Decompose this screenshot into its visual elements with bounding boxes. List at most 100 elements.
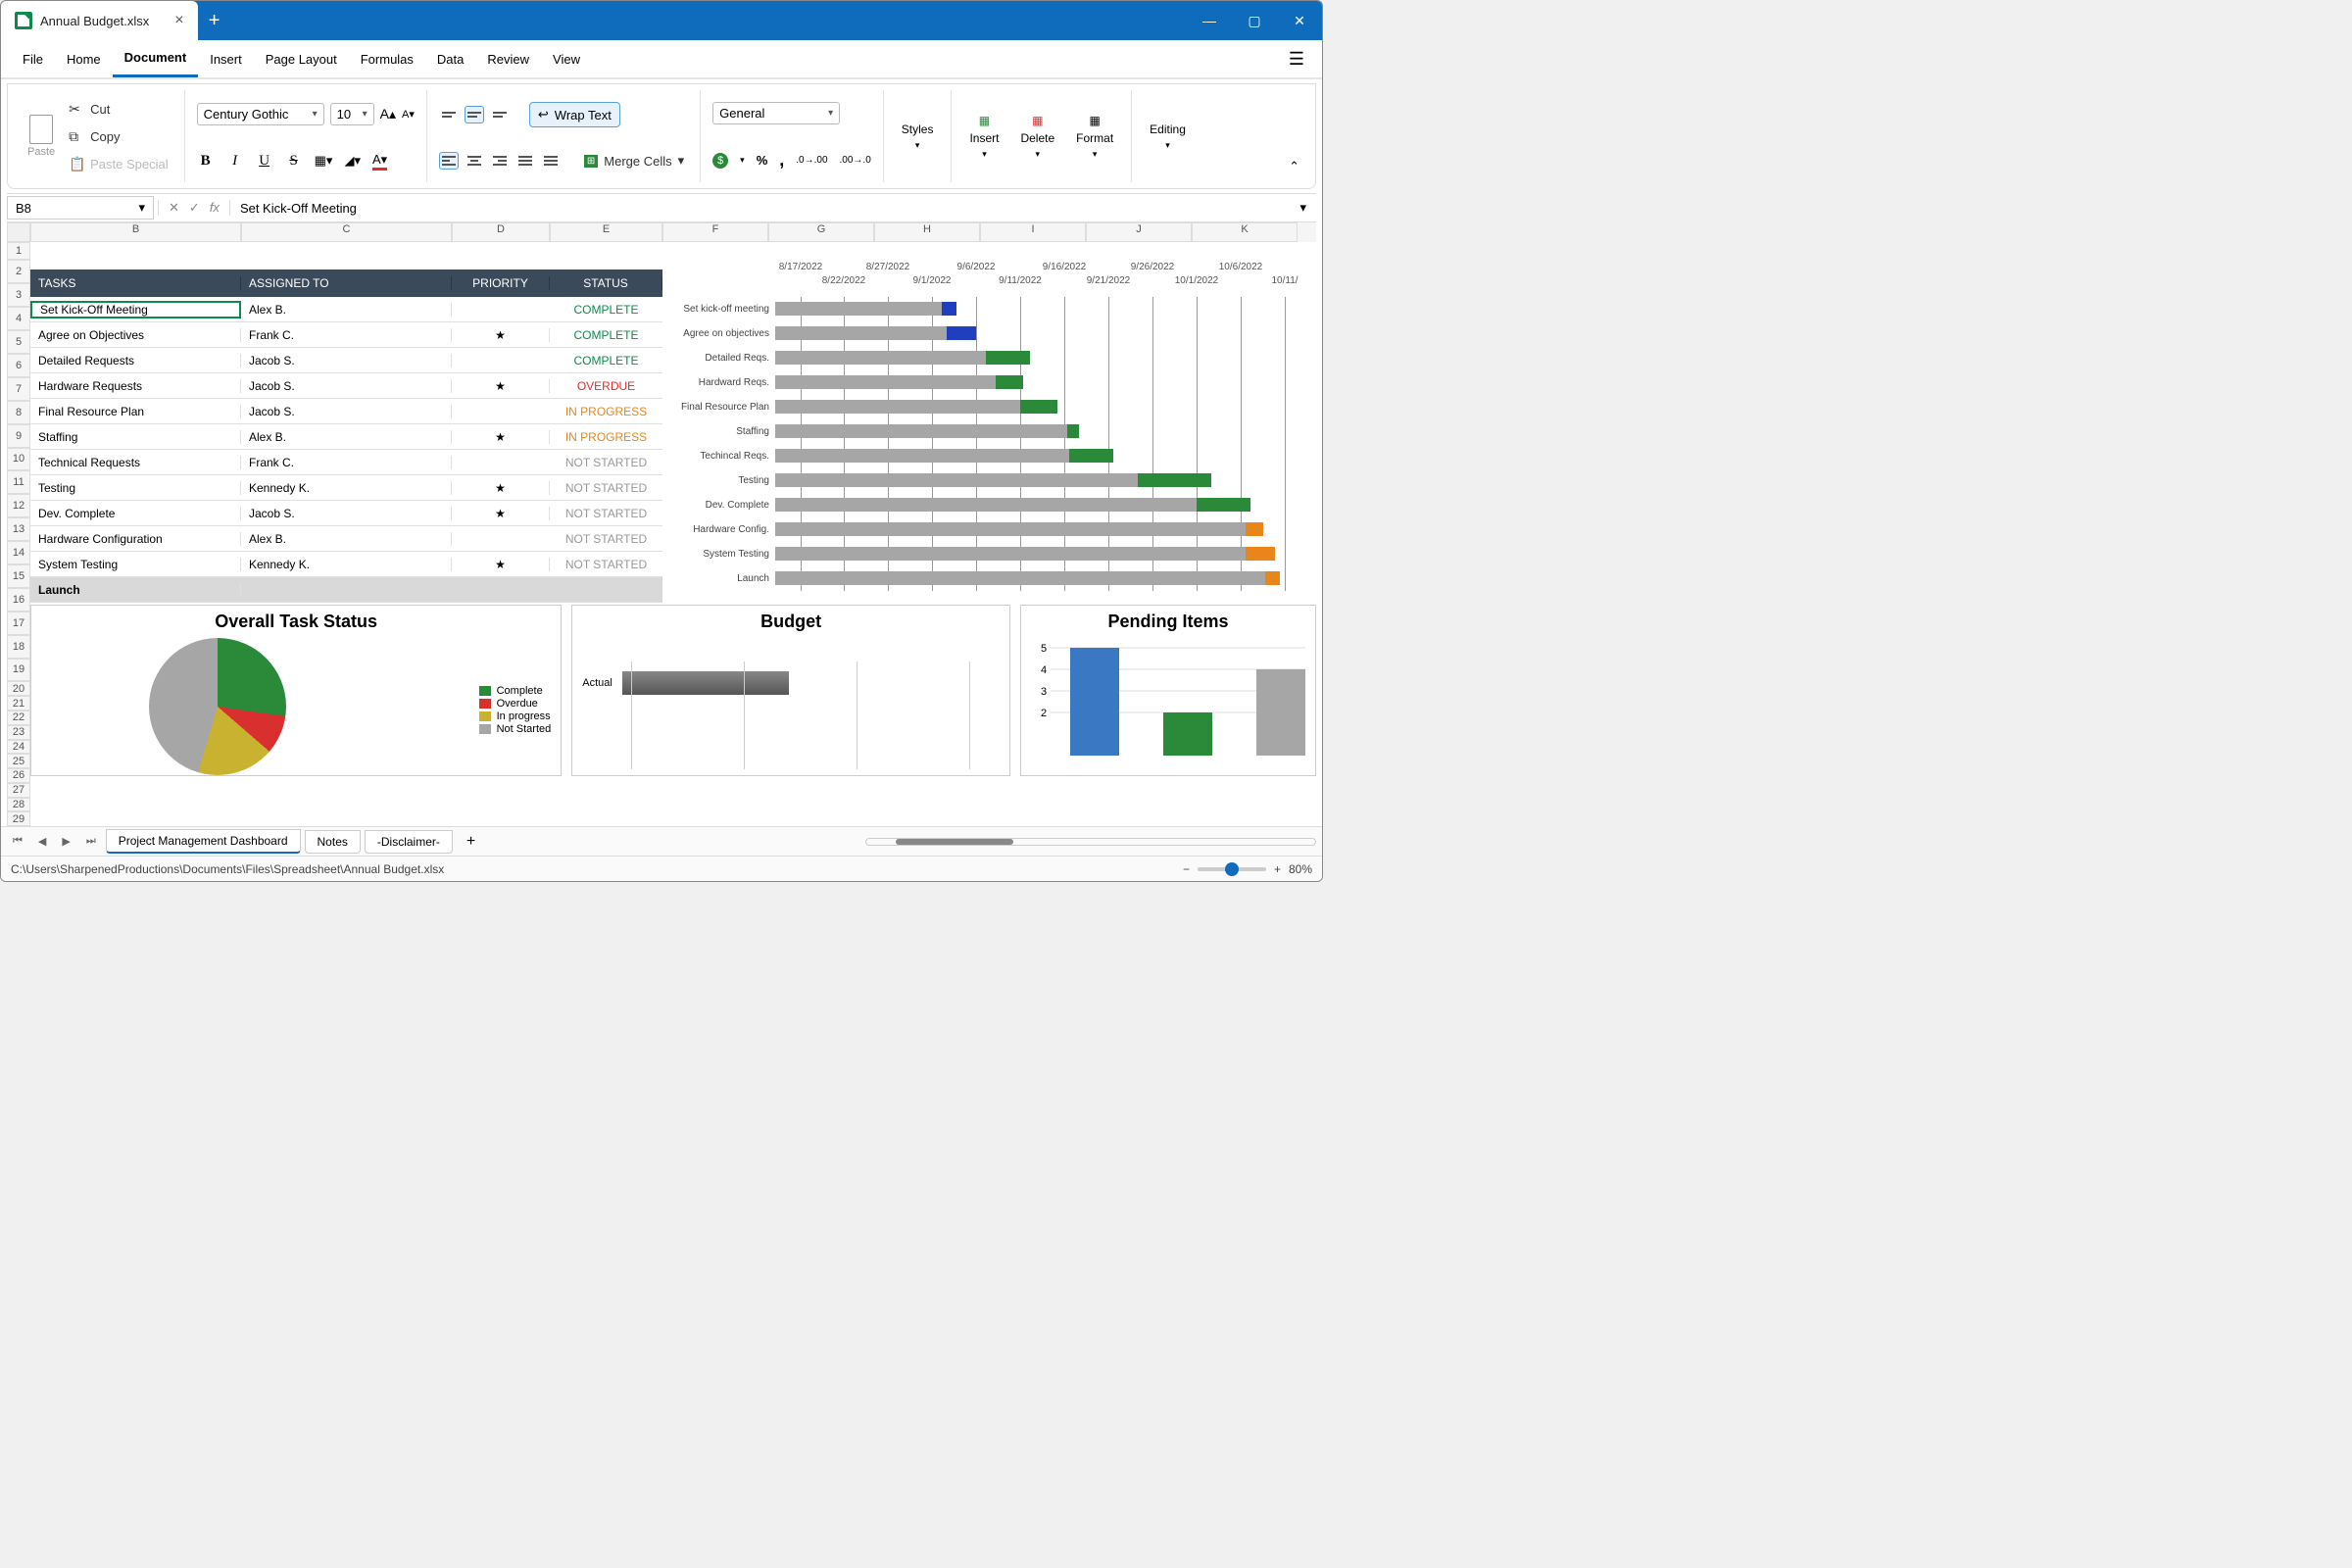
borders-button[interactable]: ▦▾ (315, 153, 333, 169)
bold-button[interactable]: B (197, 153, 215, 170)
table-row[interactable]: Final Resource Plan Jacob S. IN PROGRESS (30, 399, 662, 424)
minimize-button[interactable]: — (1187, 13, 1232, 29)
font-color-button[interactable]: A▾ (372, 152, 387, 171)
row-header-29[interactable]: 29 (7, 811, 30, 826)
number-format-select[interactable]: General▾ (712, 102, 840, 124)
col-header-I[interactable]: I (980, 222, 1086, 242)
align-center[interactable] (465, 152, 484, 170)
row-header-8[interactable]: 8 (7, 401, 30, 424)
menu-formulas[interactable]: Formulas (349, 40, 425, 77)
table-row[interactable]: System Testing Kennedy K. ★ NOT STARTED (30, 552, 662, 577)
row-header-22[interactable]: 22 (7, 710, 30, 725)
col-header-E[interactable]: E (550, 222, 662, 242)
format-button[interactable]: ▦Format▾ (1070, 114, 1119, 160)
row-header-4[interactable]: 4 (7, 307, 30, 330)
row-header-9[interactable]: 9 (7, 424, 30, 448)
table-row[interactable]: Detailed Requests Jacob S. COMPLETE (30, 348, 662, 373)
increase-decimal[interactable]: .0→.00 (796, 155, 827, 166)
row-header-12[interactable]: 12 (7, 494, 30, 517)
table-row[interactable]: Dev. Complete Jacob S. ★ NOT STARTED (30, 501, 662, 526)
increase-font-icon[interactable]: A▴ (380, 106, 396, 122)
zoom-in-button[interactable]: + (1274, 862, 1281, 876)
zoom-slider[interactable] (1198, 867, 1266, 871)
row-header-10[interactable]: 10 (7, 448, 30, 471)
row-header-15[interactable]: 15 (7, 564, 30, 588)
underline-button[interactable]: U (256, 153, 273, 170)
table-row[interactable]: Technical Requests Frank C. NOT STARTED (30, 450, 662, 475)
row-header-20[interactable]: 20 (7, 681, 30, 696)
sheet-nav-first[interactable]: ⏮ (7, 833, 28, 850)
paste-icon[interactable] (29, 115, 53, 144)
wrap-text-button[interactable]: ↩ Wrap Text (529, 102, 620, 127)
row-header-11[interactable]: 11 (7, 470, 30, 494)
row-header-19[interactable]: 19 (7, 659, 30, 682)
currency-button[interactable]: $ (712, 153, 728, 169)
col-header-H[interactable]: H (874, 222, 980, 242)
row-header-21[interactable]: 21 (7, 696, 30, 710)
menu-data[interactable]: Data (425, 40, 475, 77)
table-row[interactable]: Hardware Configuration Alex B. NOT START… (30, 526, 662, 552)
document-tab[interactable]: Annual Budget.xlsx × (1, 1, 198, 40)
sheet-nav-next[interactable]: ▶ (56, 833, 75, 850)
font-size-select[interactable]: 10▾ (330, 103, 374, 125)
indent-increase[interactable] (541, 152, 561, 170)
row-header-6[interactable]: 6 (7, 354, 30, 377)
align-top[interactable] (439, 106, 459, 123)
menu-review[interactable]: Review (475, 40, 541, 77)
indent-decrease[interactable] (515, 152, 535, 170)
row-header-13[interactable]: 13 (7, 517, 30, 541)
copy-button[interactable]: Copy (65, 126, 172, 146)
menu-insert[interactable]: Insert (198, 40, 254, 77)
row-header-1[interactable]: 1 (7, 242, 30, 260)
sheet-nav-prev[interactable]: ◀ (32, 833, 52, 850)
select-all-corner[interactable] (7, 222, 30, 242)
percent-button[interactable]: % (757, 153, 768, 168)
row-header-26[interactable]: 26 (7, 768, 30, 783)
row-header-2[interactable]: 2 (7, 260, 30, 283)
row-header-3[interactable]: 3 (7, 283, 30, 307)
row-header-25[interactable]: 25 (7, 754, 30, 768)
sheet-tab-0[interactable]: Project Management Dashboard (106, 829, 301, 854)
accept-formula-icon[interactable]: ✓ (189, 200, 200, 216)
sheet-content[interactable]: TASKS ASSIGNED TO PRIORITY STATUS Set Ki… (30, 242, 1316, 826)
col-header-F[interactable]: F (662, 222, 768, 242)
expand-formula-icon[interactable]: ▾ (1290, 200, 1316, 216)
menu-view[interactable]: View (541, 40, 592, 77)
decrease-font-icon[interactable]: A▾ (402, 108, 415, 121)
tab-close-icon[interactable]: × (174, 13, 183, 28)
merge-cells-button[interactable]: ⊞ Merge Cells▾ (580, 151, 688, 171)
zoom-out-button[interactable]: − (1183, 862, 1190, 876)
styles-button[interactable]: Styles▾ (896, 122, 940, 151)
table-row[interactable]: Agree on Objectives Frank C. ★ COMPLETE (30, 322, 662, 348)
insert-button[interactable]: ▦Insert▾ (963, 114, 1004, 160)
table-row[interactable]: Set Kick-Off Meeting Alex B. COMPLETE (30, 297, 662, 322)
italic-button[interactable]: I (226, 153, 244, 170)
font-name-select[interactable]: Century Gothic▾ (197, 103, 324, 125)
cancel-formula-icon[interactable]: ✕ (169, 200, 179, 216)
sheet-tab-1[interactable]: Notes (305, 830, 361, 854)
paste-special-button[interactable]: Paste Special (65, 154, 172, 173)
table-row[interactable]: Staffing Alex B. ★ IN PROGRESS (30, 424, 662, 450)
row-header-17[interactable]: 17 (7, 612, 30, 635)
row-header-28[interactable]: 28 (7, 798, 30, 812)
align-middle[interactable] (465, 106, 484, 123)
fx-icon[interactable]: fx (210, 200, 220, 216)
menu-home[interactable]: Home (55, 40, 113, 77)
row-header-24[interactable]: 24 (7, 740, 30, 755)
row-header-23[interactable]: 23 (7, 725, 30, 740)
delete-button[interactable]: ▦Delete▾ (1014, 114, 1060, 160)
col-header-J[interactable]: J (1086, 222, 1192, 242)
cut-button[interactable]: Cut (65, 99, 172, 119)
col-header-G[interactable]: G (768, 222, 874, 242)
table-row[interactable]: Testing Kennedy K. ★ NOT STARTED (30, 475, 662, 501)
row-header-14[interactable]: 14 (7, 541, 30, 564)
name-box[interactable]: B8▾ (7, 196, 154, 220)
strike-button[interactable]: S (285, 153, 303, 170)
sheet-nav-last[interactable]: ⏭ (80, 833, 102, 850)
fill-color-button[interactable]: ◢▾ (344, 153, 361, 169)
align-right[interactable] (490, 152, 510, 170)
horizontal-scrollbar[interactable] (865, 838, 1316, 846)
align-bottom[interactable] (490, 106, 510, 123)
row-header-16[interactable]: 16 (7, 588, 30, 612)
row-header-7[interactable]: 7 (7, 377, 30, 401)
